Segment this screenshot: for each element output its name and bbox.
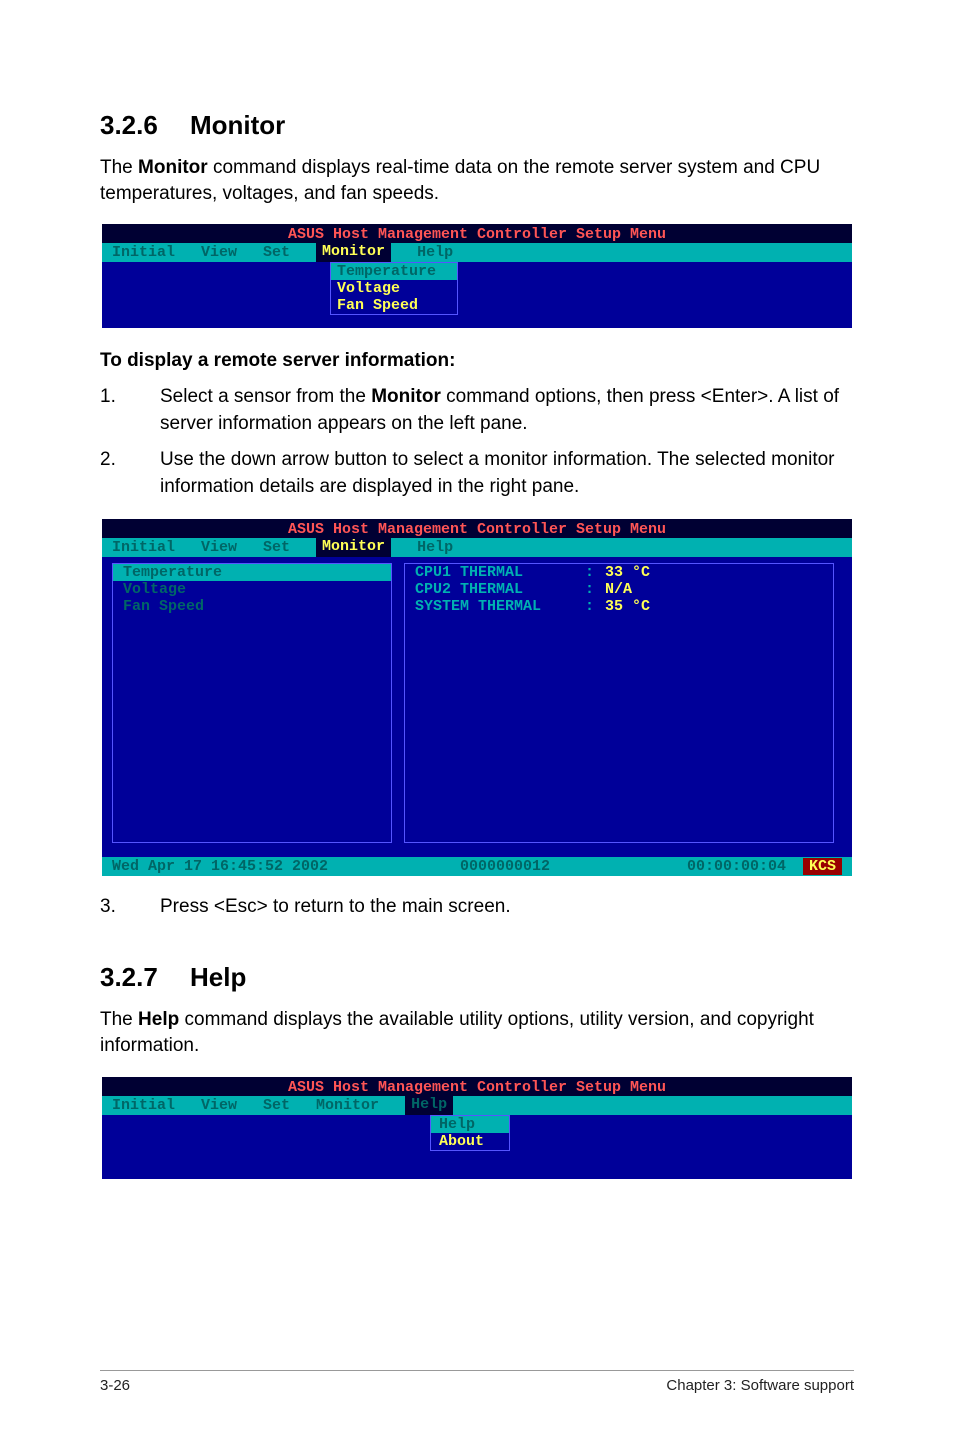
section-number: 3.2.6: [100, 110, 190, 141]
list-item: 1. Select a sensor from the Monitor comm…: [100, 384, 854, 437]
tui-menubar[interactable]: Initial View Set Monitor Help: [102, 243, 852, 262]
left-pane-item-fan[interactable]: Fan Speed: [113, 598, 391, 615]
tui-title: ASUS Host Management Controller Setup Me…: [102, 1077, 852, 1096]
sensor-row: CPU1 THERMAL : 33 °C: [405, 564, 833, 581]
help-dropdown[interactable]: Help About: [430, 1115, 510, 1151]
status-date: Wed Apr 17 16:45:52 2002: [112, 858, 328, 875]
text: Press <Esc> to return to the main screen…: [160, 896, 511, 917]
menu-monitor[interactable]: Monitor: [316, 243, 391, 262]
colon: :: [585, 564, 605, 581]
menu-help[interactable]: Help: [417, 539, 453, 556]
sensor-label: CPU2 THERMAL: [415, 581, 585, 598]
page-number: 3-26: [100, 1377, 130, 1394]
menu-set[interactable]: Set: [263, 539, 290, 556]
dropdown-item-fan[interactable]: Fan Speed: [331, 297, 457, 314]
status-mode: KCS: [803, 858, 842, 875]
monitor-description: The Monitor command displays real-time d…: [100, 155, 854, 206]
sensor-value: 33 °C: [605, 564, 650, 581]
menu-view[interactable]: View: [201, 244, 237, 261]
menu-initial[interactable]: Initial: [112, 539, 175, 556]
dropdown-item-about[interactable]: About: [431, 1133, 509, 1150]
help-description: The Help command displays the available …: [100, 1007, 854, 1058]
section-number: 3.2.7: [100, 962, 190, 993]
list-item: 2. Use the down arrow button to select a…: [100, 447, 854, 500]
sensor-label: CPU1 THERMAL: [415, 564, 585, 581]
list-item: 3. Press <Esc> to return to the main scr…: [100, 894, 854, 921]
menu-view[interactable]: View: [201, 1097, 237, 1114]
tui-title: ASUS Host Management Controller Setup Me…: [102, 224, 852, 243]
dropdown-item-temperature[interactable]: Temperature: [331, 263, 457, 280]
menu-initial[interactable]: Initial: [112, 1097, 175, 1114]
help-bold: Help: [138, 1009, 179, 1030]
steps-list-continued: 3. Press <Esc> to return to the main scr…: [100, 894, 854, 921]
section-title: Monitor: [190, 110, 285, 140]
step-number: 1.: [100, 384, 116, 411]
sensor-value: 35 °C: [605, 598, 650, 615]
section-heading-help: 3.2.7Help: [100, 962, 854, 993]
monitor-bold-inline: Monitor: [371, 386, 441, 407]
sensor-value: N/A: [605, 581, 632, 598]
text: The: [100, 157, 138, 178]
menu-monitor[interactable]: Monitor: [316, 1097, 379, 1114]
menu-initial[interactable]: Initial: [112, 244, 175, 261]
screenshot-help-dropdown: ASUS Host Management Controller Setup Me…: [100, 1075, 854, 1181]
page-footer: 3-26 Chapter 3: Software support: [100, 1370, 854, 1394]
tui-title: ASUS Host Management Controller Setup Me…: [102, 519, 852, 538]
section-title: Help: [190, 962, 246, 992]
section-heading-monitor: 3.2.6Monitor: [100, 110, 854, 141]
step-number: 2.: [100, 447, 116, 474]
text: The: [100, 1009, 138, 1030]
dropdown-item-help[interactable]: Help: [431, 1116, 509, 1133]
menu-set[interactable]: Set: [263, 244, 290, 261]
menu-set[interactable]: Set: [263, 1097, 290, 1114]
menu-help[interactable]: Help: [405, 1096, 453, 1115]
sensor-row: SYSTEM THERMAL : 35 °C: [405, 598, 833, 615]
text: Use the down arrow button to select a mo…: [160, 449, 835, 497]
dropdown-item-voltage[interactable]: Voltage: [331, 280, 457, 297]
chapter-title: Chapter 3: Software support: [666, 1377, 854, 1394]
left-pane-item-temperature[interactable]: Temperature: [113, 564, 391, 581]
subheading-display-remote: To display a remote server information:: [100, 350, 854, 372]
left-pane[interactable]: Temperature Voltage Fan Speed: [112, 563, 392, 843]
screenshot-temperature-panes: ASUS Host Management Controller Setup Me…: [100, 517, 854, 878]
colon: :: [585, 581, 605, 598]
sensor-label: SYSTEM THERMAL: [415, 598, 585, 615]
tui-menubar[interactable]: Initial View Set Monitor Help: [102, 1096, 852, 1115]
monitor-dropdown[interactable]: Temperature Voltage Fan Speed: [330, 262, 458, 315]
text: command displays real-time data on the r…: [100, 157, 820, 204]
sensor-row: CPU2 THERMAL : N/A: [405, 581, 833, 598]
screenshot-monitor-dropdown: ASUS Host Management Controller Setup Me…: [100, 222, 854, 330]
status-addr: 00:00:00:04: [687, 858, 786, 875]
left-pane-item-voltage[interactable]: Voltage: [113, 581, 391, 598]
monitor-bold: Monitor: [138, 157, 208, 178]
menu-help[interactable]: Help: [417, 244, 453, 261]
text: command displays the available utility o…: [100, 1009, 814, 1056]
menu-monitor[interactable]: Monitor: [316, 538, 391, 557]
status-code: 0000000012: [328, 858, 682, 875]
tui-menubar[interactable]: Initial View Set Monitor Help: [102, 538, 852, 557]
tui-statusbar: Wed Apr 17 16:45:52 2002 0000000012 00:0…: [102, 857, 852, 876]
text: Select a sensor from the: [160, 386, 371, 407]
menu-view[interactable]: View: [201, 539, 237, 556]
steps-list: 1. Select a sensor from the Monitor comm…: [100, 384, 854, 500]
colon: :: [585, 598, 605, 615]
step-number: 3.: [100, 894, 116, 921]
right-pane: CPU1 THERMAL : 33 °C CPU2 THERMAL : N/A …: [404, 563, 834, 843]
